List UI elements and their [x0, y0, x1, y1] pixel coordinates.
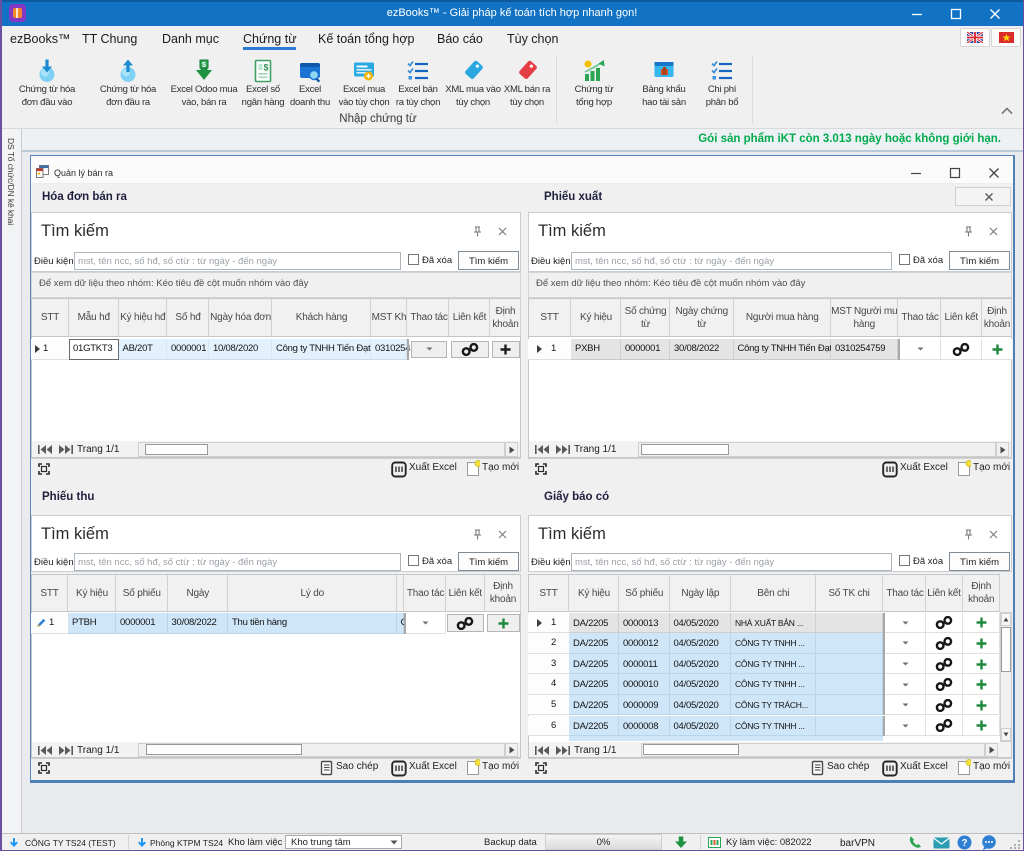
- svg-text:?: ?: [961, 838, 967, 849]
- svg-text:$: $: [263, 63, 268, 73]
